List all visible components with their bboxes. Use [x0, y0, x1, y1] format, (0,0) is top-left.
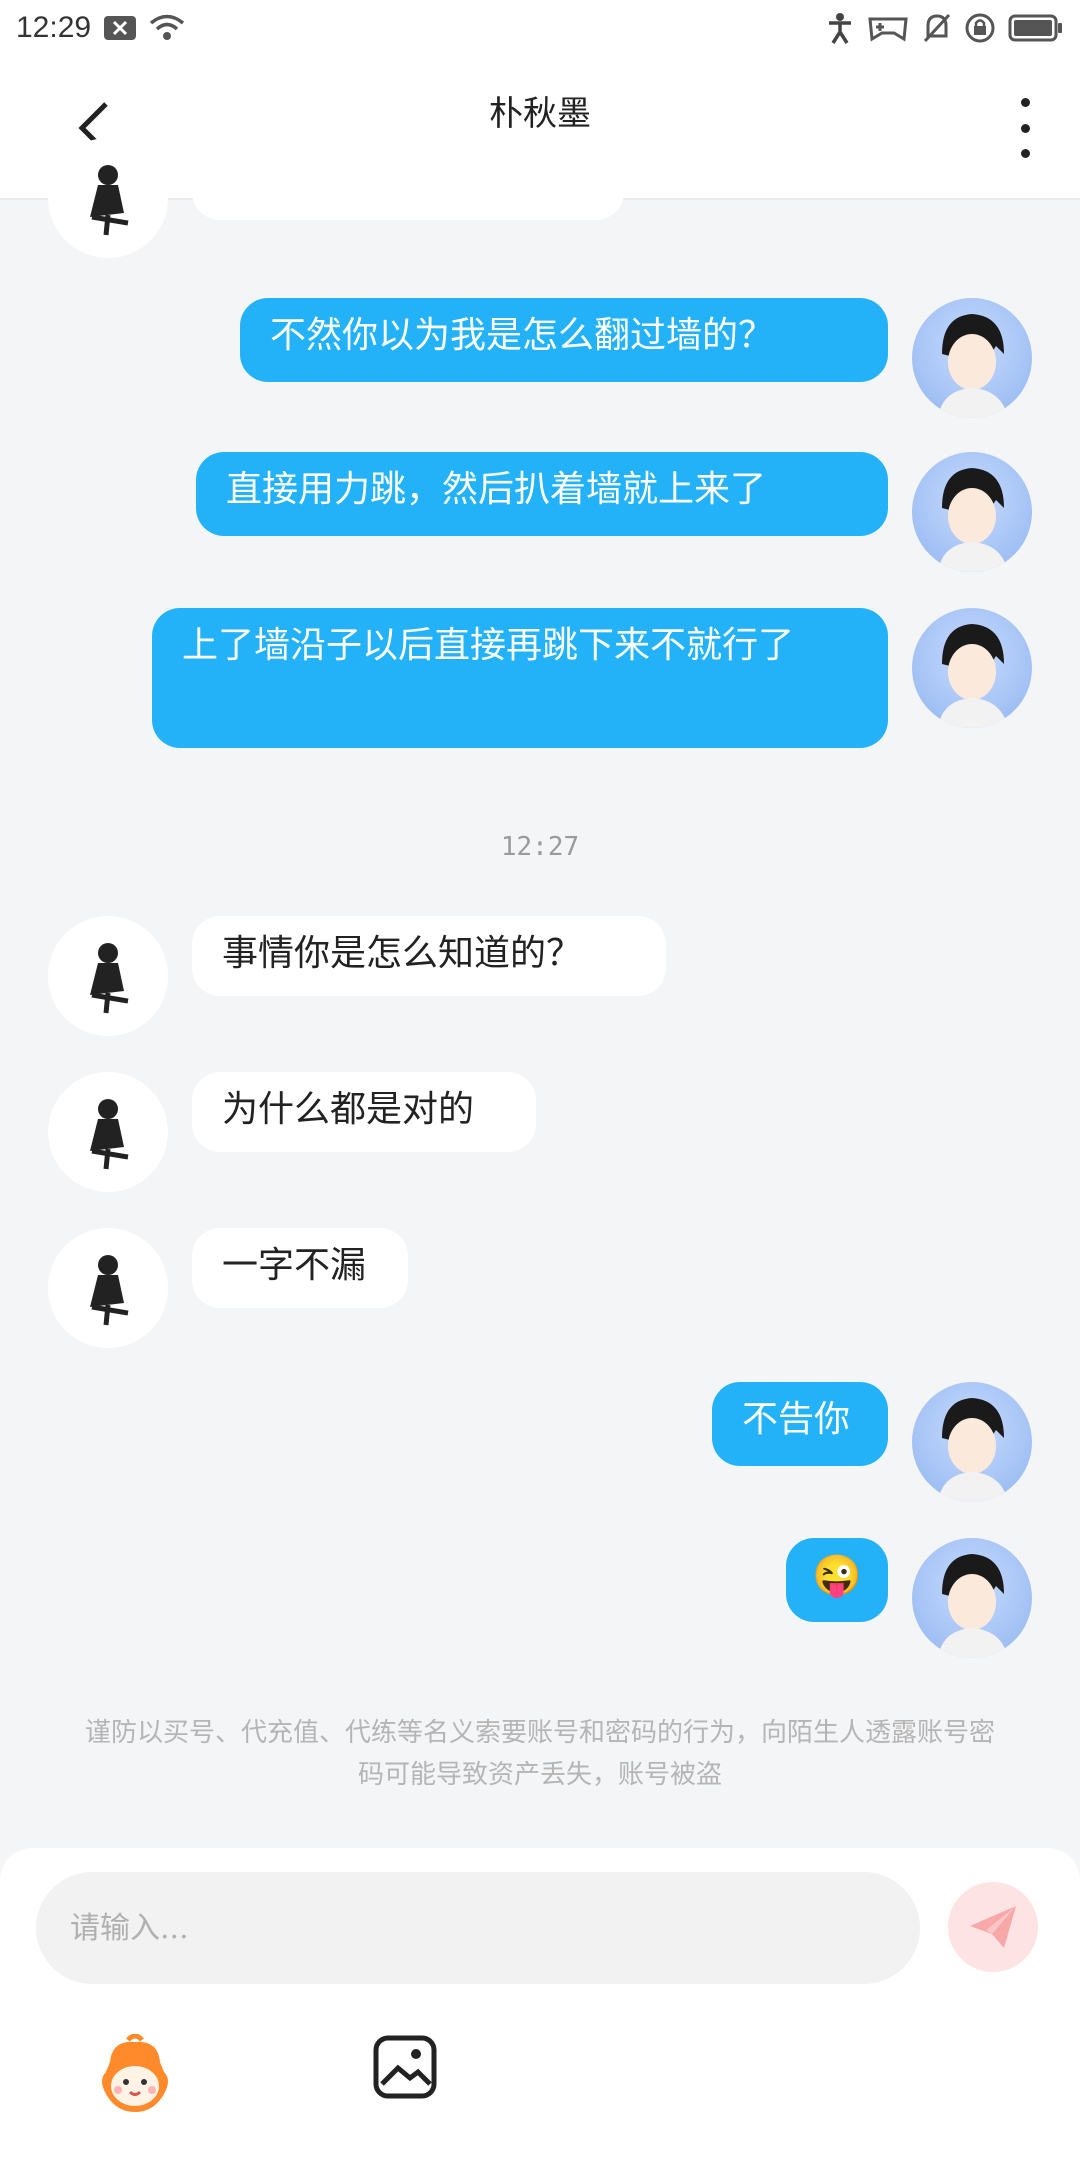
message-bubble-incoming[interactable]: 事情你是怎么知道的？: [192, 916, 666, 996]
lock-rotation-icon: [964, 12, 996, 44]
chat-screen: 12:29 朴秋墨 不然你以为我是怎么翻过墙的？ 直接用力跳，然后扒着墙就上来了…: [0, 0, 1080, 2160]
message-bubble-outgoing[interactable]: 不然你以为我是怎么翻过墙的？: [240, 298, 888, 382]
contact-avatar[interactable]: [48, 138, 168, 258]
message-bubble-outgoing[interactable]: 不告你: [712, 1382, 888, 1466]
contact-avatar[interactable]: [48, 916, 168, 1036]
more-dot-icon: [1020, 123, 1030, 133]
safety-warning: 谨防以买号、代充值、代练等名义索要账号和密码的行为，向陌生人透露账号密码可能导致…: [84, 1718, 995, 1790]
contact-avatar[interactable]: [48, 1228, 168, 1348]
emoji-button[interactable]: [92, 2033, 178, 2120]
message-bubble-incoming[interactable]: 为什么都是对的: [192, 1072, 536, 1152]
message-bubble-outgoing[interactable]: 直接用力跳，然后扒着墙就上来了: [196, 452, 888, 536]
my-avatar[interactable]: [912, 1382, 1032, 1502]
send-plane-icon: [970, 1906, 1016, 1948]
more-options-button[interactable]: [1010, 98, 1040, 158]
status-time: 12:29: [16, 11, 92, 44]
input-panel: [0, 1848, 1080, 2160]
more-dot-icon: [1020, 149, 1030, 158]
more-dot-icon: [1020, 98, 1030, 107]
message-timestamp: 12:27: [500, 832, 580, 862]
message-bubble-incoming[interactable]: [192, 138, 624, 220]
contact-name: 朴秋墨: [489, 94, 591, 134]
message-bubble-outgoing-emoji[interactable]: 😜: [786, 1538, 888, 1622]
status-bar: 12:29: [0, 0, 1080, 56]
my-avatar[interactable]: [912, 298, 1032, 418]
battery-icon: [1008, 13, 1064, 43]
send-button[interactable]: [948, 1882, 1038, 1972]
my-avatar[interactable]: [912, 1538, 1032, 1658]
contact-avatar[interactable]: [48, 1072, 168, 1192]
accessibility-icon: [826, 12, 854, 44]
game-controller-icon: [866, 13, 910, 43]
notification-x-icon: [103, 14, 137, 42]
my-avatar[interactable]: [912, 452, 1032, 572]
message-bubble-incoming[interactable]: 一字不漏: [192, 1228, 408, 1308]
image-button[interactable]: [372, 2034, 438, 2100]
mute-bell-icon: [922, 12, 952, 44]
mascot-emoji-icon: [102, 2033, 168, 2112]
wifi-icon: [149, 14, 185, 42]
message-list[interactable]: 不然你以为我是怎么翻过墙的？ 直接用力跳，然后扒着墙就上来了 上了墙沿子以后直接…: [0, 138, 1080, 1848]
message-input[interactable]: [36, 1872, 920, 1984]
message-bubble-outgoing[interactable]: 上了墙沿子以后直接再跳下来不就行了: [152, 608, 888, 748]
image-icon: [373, 2035, 437, 2099]
my-avatar[interactable]: [912, 608, 1032, 728]
